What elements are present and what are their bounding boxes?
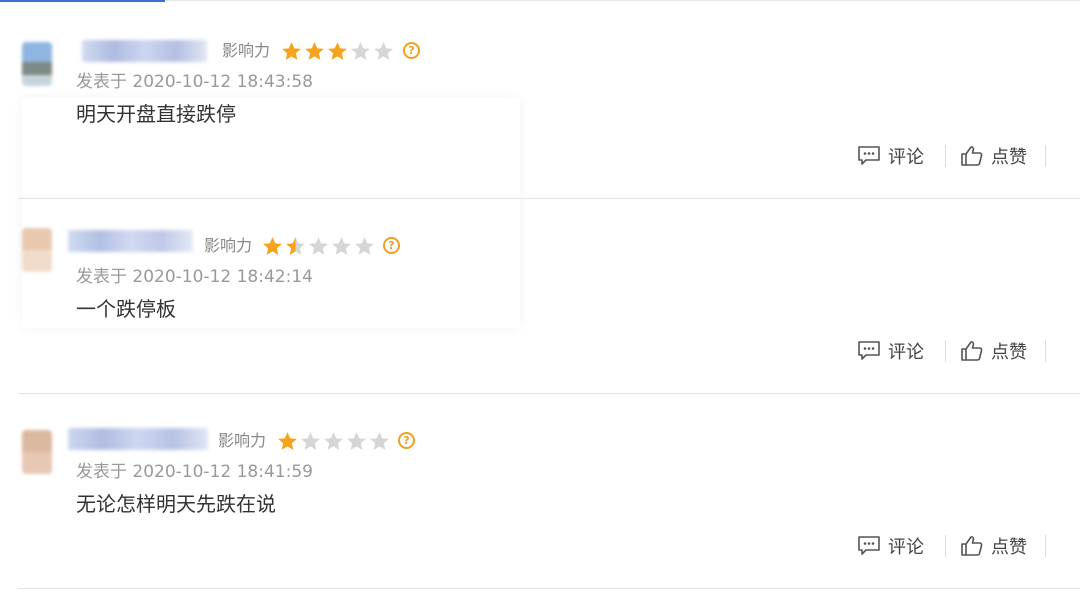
like-button[interactable]: 点赞 [960,533,1027,559]
avatar[interactable] [22,228,52,272]
avatar[interactable] [22,430,52,474]
speech-bubble-icon [858,341,880,360]
star-icon [286,237,305,255]
like-button-label: 点赞 [991,342,1027,363]
action-separator [1045,535,1046,557]
comment-button[interactable]: 评论 [857,533,924,559]
action-separator [945,535,946,557]
comment-button-label: 评论 [888,342,924,363]
comment-button[interactable]: 评论 [857,338,924,364]
like-button-label: 点赞 [991,537,1027,558]
username-blurred[interactable] [68,230,193,252]
star-icon [332,237,351,255]
question-circle-icon[interactable]: ? [383,237,400,254]
star-icon [324,432,343,450]
comment-text: 无论怎样明天先跌在说 [76,492,276,516]
rating-stars [262,236,377,256]
thumbs-up-icon [961,536,983,556]
star-icon [347,432,366,450]
question-circle-icon[interactable]: ? [398,432,415,449]
star-icon [263,237,282,255]
comment-divider [18,393,1080,394]
post-time: 发表于 2020-10-12 18:42:14 [76,267,313,287]
action-separator [945,340,946,362]
influence-label: 影响力 [218,431,267,450]
star-icon [278,432,297,450]
username-blurred[interactable] [68,428,208,450]
post-time: 发表于 2020-10-12 18:41:59 [76,462,313,482]
star-icon [370,432,389,450]
star-icon [355,237,374,255]
speech-bubble-icon [858,536,880,555]
comment-text: 一个跌停板 [76,297,176,321]
comment-divider [18,198,1080,199]
star-icon [309,237,328,255]
star-icon [301,432,320,450]
comment-item: 影响力 ? 发表于 2020-10-12 18:41:59 无论怎样明天先跌在说… [0,0,1080,558]
like-button[interactable]: 点赞 [960,338,1027,364]
comment-button-label: 评论 [888,537,924,558]
action-separator [1045,340,1046,362]
comment-divider [18,588,1080,589]
influence-label: 影响力 [204,236,253,255]
thumbs-up-icon [961,341,983,361]
rating-stars [277,431,392,451]
